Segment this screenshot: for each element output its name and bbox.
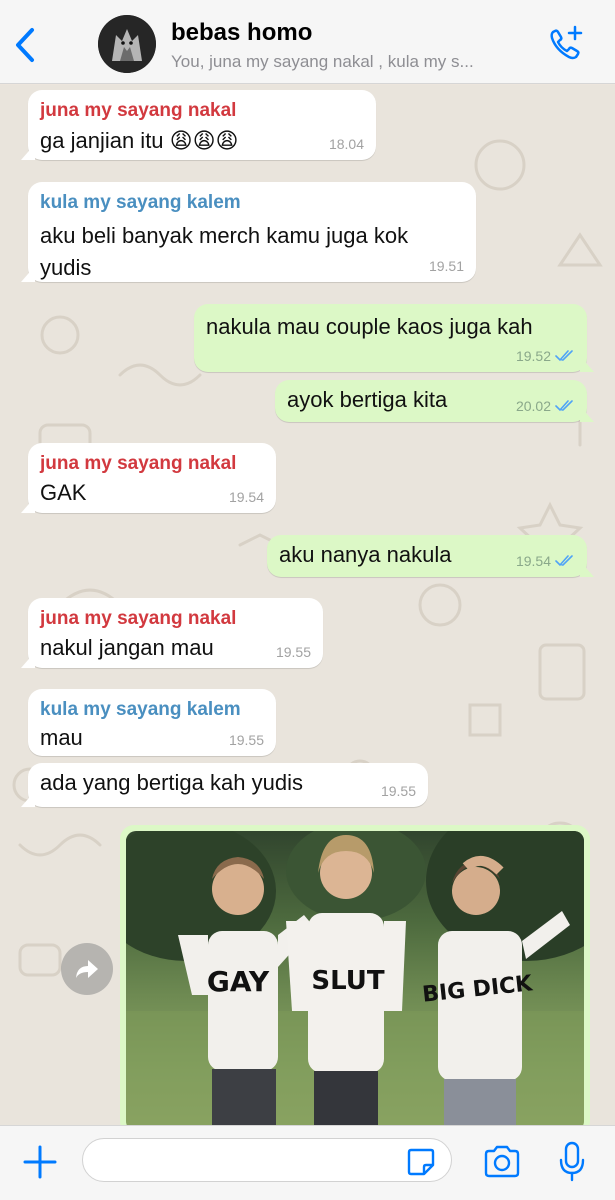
time-label: 19.54 — [228, 489, 264, 505]
message-bubble[interactable]: juna my sayang nakal GAK 19.54 — [28, 443, 276, 513]
group-avatar[interactable] — [98, 15, 156, 73]
compose-bar — [0, 1125, 615, 1200]
message-sender: kula my sayang kalem — [40, 192, 241, 213]
shirt-text-2: SLUT — [311, 966, 384, 996]
shared-photo[interactable]: GAY SLUT BIG DICK — [126, 831, 584, 1125]
message-sender: kula my sayang kalem — [40, 699, 241, 720]
shirt-text-1: GAY — [207, 965, 270, 998]
phone-plus-icon — [550, 25, 583, 60]
add-call-button[interactable] — [545, 24, 585, 64]
chat-participants[interactable]: You, juna my sayang nakal , kula my s... — [171, 52, 541, 72]
message-sender: juna my sayang nakal — [40, 608, 237, 629]
message-time: 20.02 — [516, 398, 575, 414]
message-time: 19.51 — [429, 258, 464, 274]
time-label: 18.04 — [328, 136, 364, 152]
photo-content: GAY SLUT BIG DICK — [126, 831, 584, 1125]
message-time: 19.54 — [516, 553, 575, 569]
message-time: 19.55 — [381, 783, 416, 799]
forward-arrow-icon — [76, 960, 98, 978]
message-sender: juna my sayang nakal — [40, 453, 237, 474]
time-label: 19.55 — [275, 644, 311, 660]
read-ticks-icon — [555, 350, 573, 362]
message-text: aku beli banyak merch kamu juga kok yudi… — [40, 223, 409, 280]
message-bubble[interactable]: kula my sayang kalem aku beli banyak mer… — [28, 182, 476, 282]
message-time: 19.52 — [516, 348, 575, 364]
message-text: nakula mau couple kaos juga kah — [206, 314, 533, 339]
message-bubble[interactable]: juna my sayang nakal nakul jangan mau 19… — [28, 598, 323, 668]
time-label: 19.55 — [228, 732, 264, 748]
message-bubble[interactable]: nakula mau couple kaos juga kah 19.52 — [194, 304, 587, 372]
wolf-icon — [98, 15, 156, 73]
message-bubble[interactable]: kula my sayang kalem mau 19.55 — [28, 689, 276, 756]
plus-icon — [23, 1145, 57, 1179]
time-label: 20.02 — [515, 398, 551, 414]
sticker-icon — [407, 1148, 435, 1176]
message-bubble[interactable]: ayok bertiga kita 20.02 — [275, 380, 587, 422]
forward-button[interactable] — [61, 943, 113, 995]
message-bubble[interactable]: aku nanya nakula 19.54 — [267, 535, 587, 577]
chat-header: bebas homo You, juna my sayang nakal , k… — [0, 0, 615, 84]
time-label: 19.52 — [515, 348, 551, 364]
time-label: 19.51 — [428, 258, 464, 274]
image-message[interactable]: GAY SLUT BIG DICK — [120, 825, 590, 1125]
attach-button[interactable] — [20, 1142, 60, 1182]
message-sender: juna my sayang nakal — [40, 100, 237, 121]
microphone-icon — [559, 1141, 585, 1182]
microphone-button[interactable] — [556, 1140, 588, 1184]
camera-button[interactable] — [482, 1144, 522, 1180]
back-button[interactable] — [10, 22, 44, 68]
camera-icon — [484, 1145, 520, 1178]
time-label: 19.55 — [380, 783, 416, 799]
message-input[interactable] — [82, 1138, 452, 1182]
chevron-left-icon — [16, 28, 34, 62]
chat-title[interactable]: bebas homo — [171, 19, 312, 47]
message-time: 19.55 — [276, 644, 311, 660]
sticker-button[interactable] — [406, 1147, 436, 1177]
read-ticks-icon — [555, 555, 573, 567]
message-time: 19.55 — [229, 732, 264, 748]
time-label: 19.54 — [515, 553, 551, 569]
message-text: ga janjian itu 😩😩😩 — [40, 128, 239, 153]
message-time: 18.04 — [329, 136, 364, 152]
message-time: 19.54 — [229, 489, 264, 505]
message-text: nakul jangan mau — [40, 635, 214, 660]
message-bubble[interactable]: juna my sayang nakal ga janjian itu 😩😩😩 … — [28, 90, 376, 160]
message-text: ada yang bertiga kah yudis — [40, 770, 303, 795]
message-bubble[interactable]: ada yang bertiga kah yudis 19.55 — [28, 763, 428, 807]
message-list[interactable]: juna my sayang nakal ga janjian itu 😩😩😩 … — [0, 85, 615, 1125]
read-ticks-icon — [555, 400, 573, 412]
